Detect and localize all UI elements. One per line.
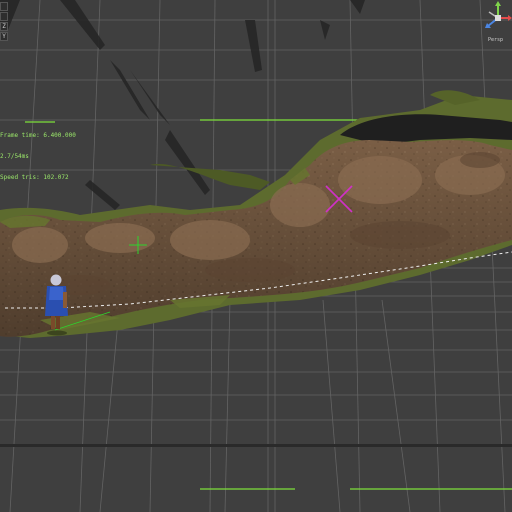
scene-viewport[interactable]: Z Y Frame time: 6.400.000 2.7/54ms Speed… [0,0,512,512]
stats-line-ms: 2.7/54ms [0,153,29,160]
orientation-gizmo[interactable]: Persp [484,0,512,46]
toolbar-y-axis-button[interactable]: Y [0,32,8,41]
stats-line-frame-time: Frame time: 6.400.000 [0,132,76,139]
stats-overlay: Frame time: 6.400.000 2.7/54ms Speed tri… [0,118,76,195]
toolbar-select-button[interactable] [0,2,8,11]
toolbar-z-axis-button[interactable]: Z [0,22,8,31]
z-axis-icon: Z [2,23,6,30]
toolbar-move-button[interactable] [0,12,8,21]
view-mode-label[interactable]: Persp [488,37,503,43]
stats-line-tris: Speed tris: 102.072 [0,174,69,181]
y-axis-icon: Y [2,33,6,40]
horizon-line [0,444,512,447]
scene-canvas[interactable] [0,0,512,512]
